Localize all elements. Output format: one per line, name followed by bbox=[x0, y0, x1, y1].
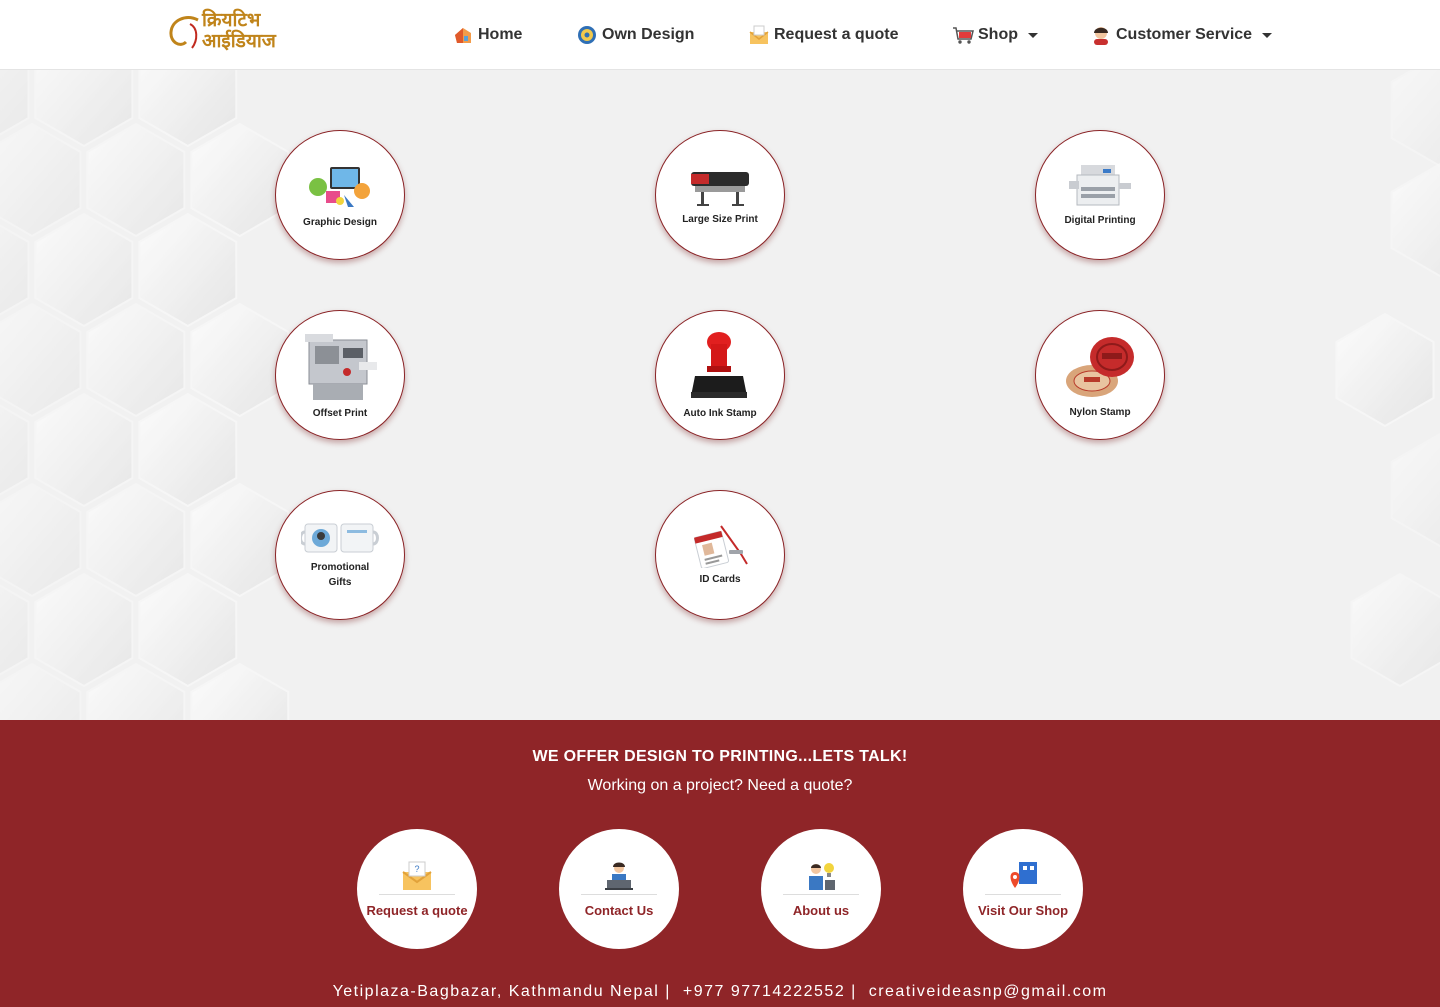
footer-cta: WE OFFER DESIGN TO PRINTING...LETS TALK!… bbox=[0, 720, 1440, 1007]
graphic-design-icon bbox=[309, 166, 370, 207]
action-label: Request a quote bbox=[366, 903, 468, 918]
hexagon-shape bbox=[34, 212, 134, 328]
hexagon-shape bbox=[86, 122, 186, 238]
action-request-quote[interactable]: ? Request a quote bbox=[357, 829, 477, 949]
hexagon-shape bbox=[34, 572, 134, 688]
nav-shop[interactable]: Shop bbox=[952, 22, 1038, 48]
footer-title: WE OFFER DESIGN TO PRINTING...LETS TALK! bbox=[532, 748, 908, 765]
service-label: Large Size Print bbox=[682, 213, 758, 225]
hexagon-shape bbox=[1390, 162, 1440, 278]
divider bbox=[783, 894, 859, 895]
hexagon-shape bbox=[1390, 432, 1440, 548]
nav-request-quote[interactable]: Request a quote bbox=[748, 22, 898, 48]
cart-icon bbox=[952, 24, 974, 46]
service-label: ID Cards bbox=[699, 573, 741, 585]
email-link[interactable]: creativeideasnp@gmail.com bbox=[869, 983, 1108, 1000]
action-visit-shop[interactable]: Visit Our Shop bbox=[963, 829, 1083, 949]
nav-own-design-label: Own Design bbox=[602, 26, 695, 43]
service-auto-ink-stamp[interactable]: Auto Ink Stamp bbox=[655, 310, 785, 440]
service-label: Digital Printing bbox=[1064, 214, 1136, 226]
map-pin-icon bbox=[1010, 862, 1037, 888]
hexagon-shape bbox=[86, 302, 186, 418]
action-label: About us bbox=[792, 903, 850, 918]
nav-home-label: Home bbox=[478, 26, 523, 43]
service-label: Graphic Design bbox=[303, 216, 377, 228]
logo-text-line1: क्रियटिभ bbox=[202, 9, 261, 31]
contact-info: Yetiplaza-Bagbazar, Kathmandu Nepal | +9… bbox=[0, 983, 1440, 1001]
large-printer-icon bbox=[691, 171, 749, 206]
nylon-stamp-icon bbox=[1066, 336, 1134, 397]
hexagon-shape bbox=[138, 212, 238, 328]
service-id-cards[interactable]: ID Cards bbox=[655, 490, 785, 620]
digital-printer-icon bbox=[1069, 164, 1131, 205]
chevron-down-icon bbox=[1028, 32, 1038, 38]
service-digital-printing[interactable]: Digital Printing bbox=[1035, 130, 1165, 260]
logo-swirl-icon bbox=[169, 16, 199, 49]
hexagon-shape bbox=[190, 302, 290, 418]
offset-press-icon bbox=[305, 333, 377, 400]
nav-customer-service-label: Customer Service bbox=[1116, 26, 1253, 43]
service-nylon-stamp[interactable]: Nylon Stamp bbox=[1035, 310, 1165, 440]
mug-icon bbox=[301, 523, 379, 553]
team-icon bbox=[809, 863, 835, 890]
hexagon-shape bbox=[0, 122, 82, 238]
agent-icon bbox=[1090, 24, 1112, 46]
nav-customer-service[interactable]: Customer Service bbox=[1090, 22, 1273, 48]
hexagon-shape bbox=[1350, 572, 1440, 688]
navbar: क्रियटिभ आईडियाज Home Own Design Request… bbox=[0, 0, 1440, 70]
nav-shop-label: Shop bbox=[978, 26, 1018, 43]
hexagon-shape bbox=[1390, 70, 1440, 168]
hexagon-shape bbox=[138, 572, 238, 688]
divider bbox=[581, 894, 657, 895]
support-person-icon bbox=[605, 862, 633, 890]
chevron-down-icon bbox=[1262, 32, 1273, 38]
hexagon-shape bbox=[0, 302, 82, 418]
action-label: Contact Us bbox=[584, 903, 654, 918]
service-graphic-design[interactable]: Graphic Design bbox=[275, 130, 405, 260]
service-promotional-gifts[interactable]: Promotional Gifts bbox=[275, 490, 405, 620]
address-text: Yetiplaza-Bagbazar, Kathmandu Nepal | bbox=[332, 983, 671, 1000]
nav-own-design[interactable]: Own Design bbox=[576, 22, 694, 48]
id-card-icon bbox=[693, 524, 748, 568]
hexagon-shape bbox=[86, 482, 186, 598]
divider bbox=[379, 894, 455, 895]
house-icon bbox=[452, 24, 474, 46]
hexagon-shape bbox=[138, 392, 238, 508]
logo-text-line2: आईडियाज bbox=[202, 30, 276, 52]
gear-icon bbox=[576, 24, 598, 46]
envelope-icon bbox=[748, 24, 770, 46]
hexagon-shape bbox=[1335, 312, 1435, 428]
nav-request-quote-label: Request a quote bbox=[774, 26, 899, 43]
envelope-icon: ? bbox=[402, 861, 432, 890]
svg-text:?: ? bbox=[414, 864, 419, 874]
action-about-us[interactable]: About us bbox=[761, 829, 881, 949]
ink-stamp-icon bbox=[691, 331, 747, 398]
action-label: Visit Our Shop bbox=[977, 903, 1069, 918]
divider bbox=[985, 894, 1061, 895]
phone-link[interactable]: +977 97714222552 | bbox=[683, 983, 857, 1000]
hexagon-shape bbox=[0, 482, 82, 598]
hexagon-shape bbox=[190, 122, 290, 238]
service-offset-print[interactable]: Offset Print bbox=[275, 310, 405, 440]
service-label: Offset Print bbox=[312, 407, 368, 419]
nav-home[interactable]: Home bbox=[452, 22, 522, 48]
footer-subtitle: Working on a project? Need a quote? bbox=[587, 777, 853, 794]
service-label: Auto Ink Stamp bbox=[683, 407, 757, 419]
brand-logo[interactable]: क्रियटिभ आईडियाज bbox=[168, 10, 298, 58]
service-label: Promotional Gifts bbox=[310, 562, 370, 588]
services-section: Graphic Design Large Size Print Digital … bbox=[0, 70, 1440, 720]
action-contact-us[interactable]: Contact Us bbox=[559, 829, 679, 949]
hexagon-shape bbox=[190, 482, 290, 598]
service-label: Nylon Stamp bbox=[1069, 406, 1131, 418]
hexagon-shape bbox=[34, 392, 134, 508]
service-large-size-print[interactable]: Large Size Print bbox=[655, 130, 785, 260]
